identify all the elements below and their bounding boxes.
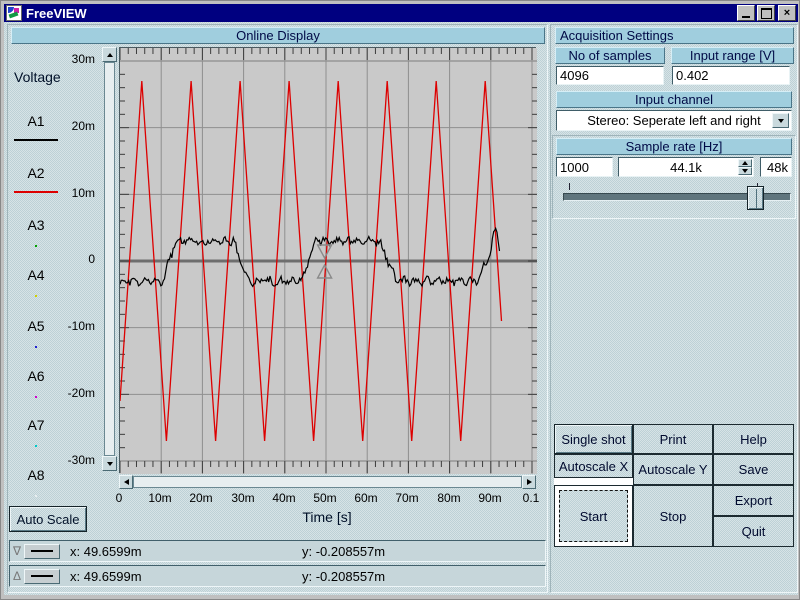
app-icon (6, 5, 22, 21)
waveform-plot[interactable] (119, 47, 536, 473)
maximize-button[interactable] (757, 5, 775, 21)
cursor2-symbol: Δ (10, 569, 24, 583)
y-tick-10m: 10m (43, 186, 95, 200)
help-button[interactable]: Help (713, 424, 794, 454)
minimize-button[interactable] (737, 5, 755, 21)
y-tick-n20m: -20m (43, 386, 95, 400)
sample-rate-group-border (552, 135, 796, 219)
cursor1-y-value: y: -0.208557m (302, 544, 385, 559)
scroll-right-button[interactable] (522, 475, 536, 489)
autoscale-y-button[interactable]: Autoscale Y (633, 454, 713, 485)
scroll-up-button[interactable] (102, 47, 117, 62)
channel-marker-a8 (35, 495, 37, 497)
channel-item-a6[interactable]: A6 (14, 368, 58, 384)
cursor1-symbol: ∇ (10, 544, 24, 558)
autoscale-x-button[interactable]: Autoscale X (554, 454, 633, 478)
input-channel-header: Input channel (556, 91, 792, 108)
channel-item-a7[interactable]: A7 (14, 417, 58, 433)
single-shot-button[interactable]: Single shot (554, 424, 633, 454)
cursor1-trace-sample[interactable] (24, 544, 60, 559)
cursor2-x-value: x: 49.6599m (70, 569, 142, 584)
y-tick-n10m: -10m (43, 319, 95, 333)
channel-item-a8[interactable]: A8 (14, 467, 58, 483)
chevron-down-icon (778, 119, 784, 123)
channel-marker-a7 (35, 445, 37, 447)
y-axis-title: Voltage (14, 69, 61, 85)
online-display-header: Online Display (11, 27, 545, 44)
channel-marker-a4 (35, 295, 37, 297)
x-axis-title: Time [s] (227, 509, 427, 525)
arrow-left-icon (124, 479, 129, 485)
channel-item-a4[interactable]: A4 (14, 267, 58, 283)
horizontal-scrollbar-track[interactable] (133, 476, 522, 488)
plot-svg (120, 48, 537, 474)
line-sample-icon (31, 575, 53, 577)
channel-marker-a3 (35, 245, 37, 247)
vertical-scrollbar-track[interactable] (104, 62, 115, 456)
acquisition-settings-header: Acquisition Settings (555, 27, 794, 44)
input-range-input[interactable]: 0.402 (672, 66, 790, 85)
input-channel-dropdown[interactable]: Stereo: Seperate left and right (556, 110, 792, 131)
cursor2-trace-sample[interactable] (24, 569, 60, 584)
y-tick-0: 0 (43, 252, 95, 266)
y-tick-20m: 20m (43, 119, 95, 133)
y-tick-30m: 30m (43, 52, 95, 66)
channel-item-a2[interactable]: A2 (14, 165, 58, 181)
arrow-down-icon (107, 462, 113, 466)
minimize-icon (742, 16, 750, 18)
online-display-title: Online Display (236, 28, 320, 43)
y-tick-n30m: -30m (43, 453, 95, 467)
stop-button[interactable]: Stop (633, 485, 713, 547)
channel-marker-a6 (35, 396, 37, 398)
channel-marker-a1 (14, 139, 58, 141)
auto-scale-button[interactable]: Auto Scale (9, 506, 87, 532)
cursor-row-1[interactable]: ∇ x: 49.6599m y: -0.208557m (9, 540, 546, 562)
line-sample-icon (31, 550, 53, 552)
channel-item-a3[interactable]: A3 (14, 217, 58, 233)
close-icon: × (784, 8, 790, 19)
cursor1-x-value: x: 49.6599m (70, 544, 142, 559)
scroll-down-button[interactable] (102, 456, 117, 471)
cursor2-y-value: y: -0.208557m (302, 569, 385, 584)
dropdown-button[interactable] (772, 113, 789, 128)
arrow-up-icon (107, 53, 113, 57)
export-button[interactable]: Export (713, 485, 794, 516)
no-of-samples-input[interactable]: 4096 (556, 66, 664, 85)
freeview-window: FreeVIEW × Online Display Voltage A1 A2 … (0, 0, 800, 600)
input-range-header: Input range [V] (671, 47, 794, 64)
channel-marker-a5 (35, 346, 37, 348)
maximize-icon (761, 8, 772, 19)
save-button[interactable]: Save (713, 454, 794, 485)
x-axis-ticks: 0 10m 20m 30m 40m 50m 60m 70m 80m 90m 0.… (119, 491, 536, 505)
scroll-left-button[interactable] (119, 475, 133, 489)
cursor-row-2[interactable]: Δ x: 49.6599m y: -0.208557m (9, 565, 546, 587)
quit-button[interactable]: Quit (713, 516, 794, 547)
arrow-right-icon (527, 479, 532, 485)
close-button[interactable]: × (778, 5, 796, 21)
print-button[interactable]: Print (633, 424, 713, 454)
window-title: FreeVIEW (26, 6, 87, 21)
start-button[interactable]: Start (559, 490, 628, 542)
no-of-samples-header: No of samples (555, 47, 665, 64)
title-bar[interactable]: FreeVIEW × (4, 4, 798, 22)
